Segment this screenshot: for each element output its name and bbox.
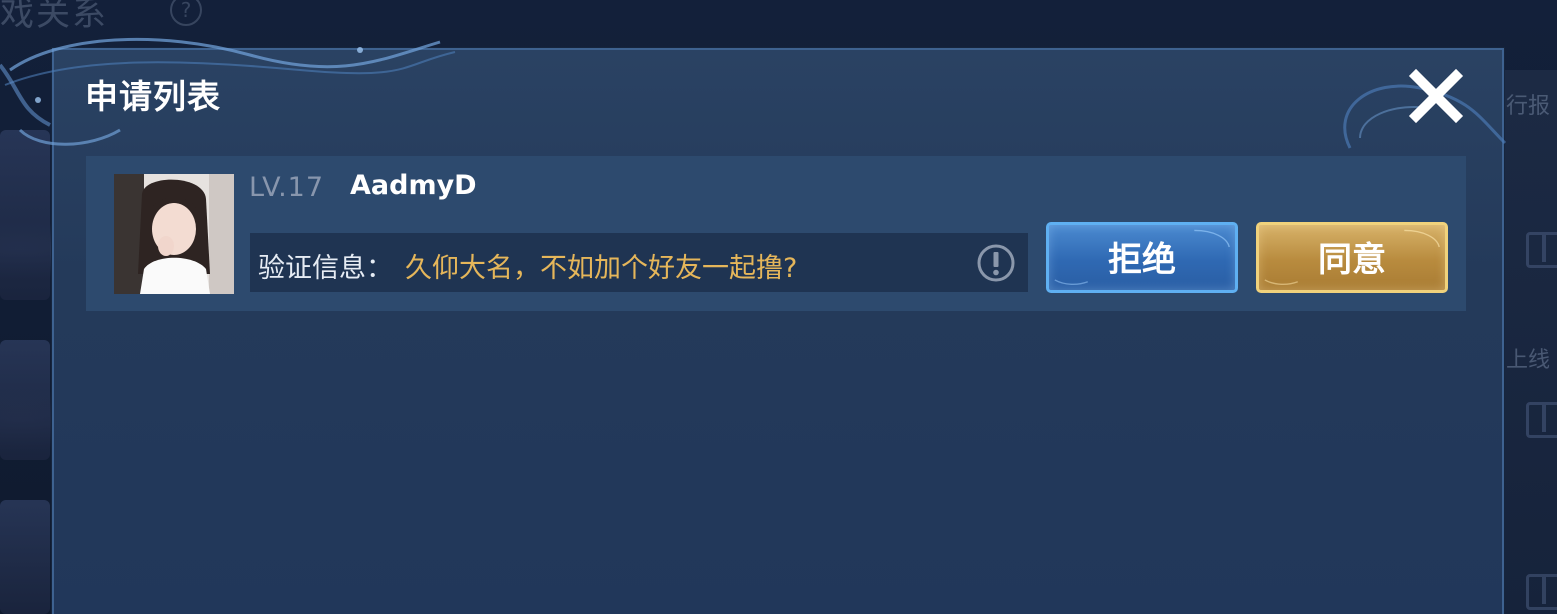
- gift-icon: [1526, 232, 1557, 268]
- background-title: 戏关系: [0, 0, 108, 34]
- verification-label: 验证信息：: [258, 253, 393, 284]
- background-help-icon: ?: [170, 0, 202, 26]
- application-list-dialog: [52, 48, 1504, 614]
- verification-message: 久仰大名，不如加个好友一起撸?: [405, 253, 798, 284]
- player-name: AadmyD: [350, 170, 477, 201]
- avatar-photo-icon: [114, 174, 234, 294]
- gift-icon: [1526, 574, 1557, 610]
- player-level: LV.17: [249, 172, 325, 203]
- accept-button[interactable]: 同意: [1256, 222, 1448, 293]
- background-character-art: [0, 130, 50, 300]
- close-button[interactable]: [1406, 66, 1466, 126]
- accept-button-label: 同意: [1318, 240, 1386, 280]
- report-button[interactable]: [976, 243, 1016, 283]
- close-x-icon: [1408, 68, 1464, 124]
- request-list-item: LV.17 AadmyD 验证信息： 久仰大名，不如加个好友一起撸? 拒绝 同意: [86, 156, 1466, 311]
- verification-message-box: 验证信息： 久仰大名，不如加个好友一起撸?: [250, 233, 1028, 292]
- background-right-label: 行报: [1506, 94, 1551, 119]
- reject-button[interactable]: 拒绝: [1046, 222, 1238, 293]
- exclamation-circle-icon: [977, 244, 1015, 282]
- background-character-art: [0, 340, 50, 460]
- dialog-title: 申请列表: [85, 77, 221, 116]
- avatar[interactable]: [114, 174, 234, 294]
- reject-button-label: 拒绝: [1108, 240, 1176, 280]
- background-right-label: 上线: [1506, 348, 1551, 373]
- gift-icon: [1526, 402, 1557, 438]
- background-character-art: [0, 500, 50, 614]
